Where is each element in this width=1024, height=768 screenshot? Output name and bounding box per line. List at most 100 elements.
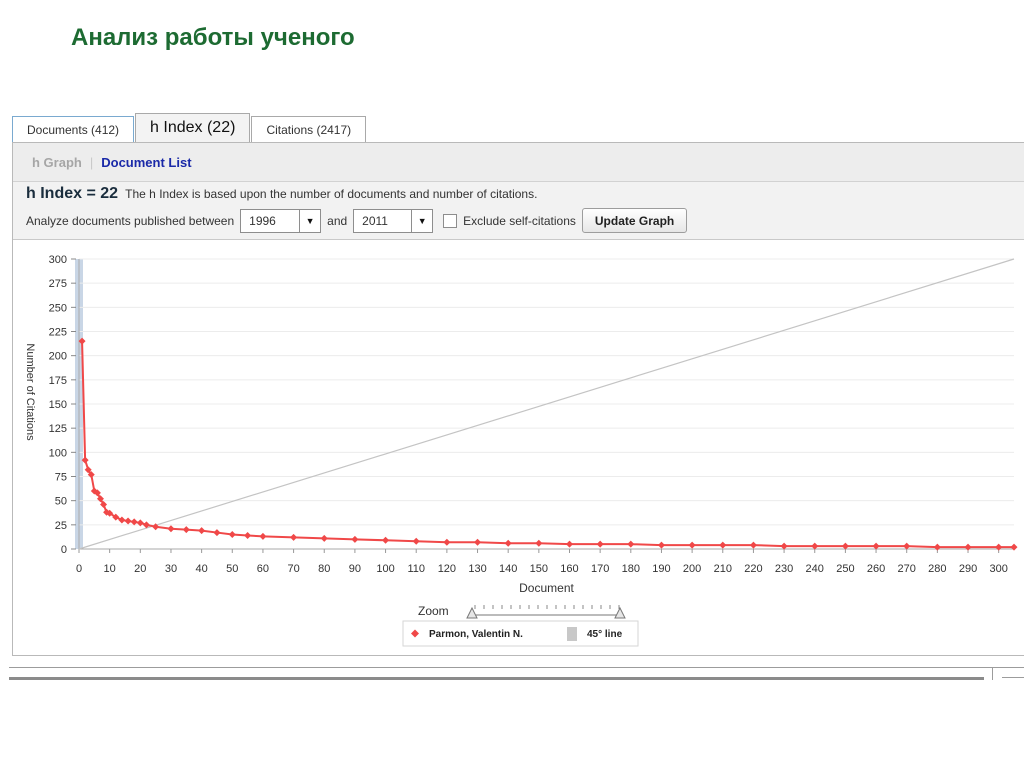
data-point — [259, 532, 267, 540]
x-tick-label: 110 — [407, 563, 425, 575]
x-tick-label: 270 — [898, 563, 916, 575]
legend-line-marker — [567, 627, 577, 641]
x-axis-label: Document — [519, 581, 574, 595]
x-tick-label: 40 — [195, 563, 207, 575]
chevron-down-icon: ▼ — [299, 209, 320, 232]
series-line — [81, 341, 1014, 549]
x-tick-label: 290 — [959, 563, 977, 575]
x-tick-label: 150 — [530, 563, 548, 575]
tab-citations[interactable]: Citations (2417) — [251, 116, 367, 143]
horizontal-scrollbar[interactable] — [9, 667, 1024, 681]
y-tick-label: 225 — [49, 327, 67, 339]
data-point — [504, 539, 512, 547]
data-point — [167, 525, 175, 533]
data-point — [443, 538, 451, 546]
end-year-value: 2011 — [362, 213, 388, 228]
x-tick-label: 120 — [438, 563, 456, 575]
y-tick-label: 25 — [55, 520, 67, 532]
y-tick-label: 50 — [55, 496, 67, 508]
x-tick-label: 300 — [989, 563, 1007, 575]
x-tick-label: 160 — [560, 563, 578, 575]
scrollbar-divider — [992, 668, 993, 680]
data-point — [228, 531, 236, 538]
x-tick-label: 130 — [468, 563, 486, 575]
x-tick-label: 220 — [744, 563, 762, 575]
zoom-handle-left — [466, 606, 478, 619]
zoom-label: Zoom — [418, 604, 449, 618]
y-tick-label: 200 — [49, 351, 67, 363]
x-tick-label: 210 — [714, 563, 732, 575]
data-point — [351, 535, 359, 543]
update-graph-button[interactable]: Update Graph — [581, 208, 688, 233]
exclude-self-citations-label: Exclude self-citations — [463, 213, 576, 228]
y-tick-label: 300 — [49, 254, 67, 266]
subnav-separator: | — [89, 154, 94, 170]
data-point — [320, 534, 328, 542]
x-tick-label: 60 — [257, 563, 269, 575]
legend-series-label: Parmon, Valentin N. — [429, 629, 523, 640]
x-tick-label: 280 — [928, 563, 946, 575]
chevron-down-icon: ▼ — [411, 209, 432, 232]
start-year-value: 1996 — [249, 213, 276, 228]
x-tick-label: 0 — [76, 563, 82, 575]
y-tick-label: 0 — [61, 544, 67, 556]
and-label: and — [327, 213, 348, 228]
y-tick-label: 125 — [49, 423, 67, 435]
slide-title: Анализ работы ученого — [71, 24, 355, 51]
x-tick-label: 260 — [867, 563, 885, 575]
h-graph-link[interactable]: h Graph — [32, 155, 82, 170]
y-tick-label: 150 — [49, 399, 67, 411]
data-point — [100, 501, 108, 509]
h-index-value: h Index = 22 — [26, 185, 119, 202]
data-point — [213, 529, 221, 537]
data-point — [933, 543, 941, 551]
zoom-handle-right — [614, 606, 626, 619]
data-point — [719, 541, 727, 549]
start-year-select[interactable]: 1996 ▼ — [240, 208, 322, 233]
data-point — [290, 533, 298, 541]
y-axis-label: Number of Citations — [24, 343, 36, 441]
data-point — [382, 536, 390, 544]
data-point — [96, 495, 104, 503]
data-point — [474, 538, 482, 546]
data-point — [535, 539, 543, 547]
y-tick-label: 75 — [55, 472, 67, 484]
x-tick-label: 20 — [134, 563, 146, 575]
data-point — [124, 517, 132, 525]
data-point — [657, 541, 665, 549]
x-tick-label: 170 — [591, 563, 609, 575]
data-point — [198, 527, 206, 535]
data-point — [1010, 543, 1018, 551]
h-index-chart: 0 25 50 75 100 125 150 175 200 225 250 275 300 0 10 20 3… — [24, 254, 1018, 647]
exclude-self-citations-checkbox[interactable] — [443, 213, 458, 228]
legend-line-label: 45° line — [587, 629, 623, 640]
x-tick-label: 50 — [226, 563, 238, 575]
x-tick-label: 250 — [836, 563, 854, 575]
tab-documents[interactable]: Documents (412) — [12, 116, 135, 143]
analysis-controls: h Index = 22 The h Index is based upon t… — [13, 182, 1024, 240]
x-tick-label: 10 — [104, 563, 116, 575]
document-list-link[interactable]: Document List — [101, 155, 191, 170]
end-year-select[interactable]: 2011 ▼ — [353, 208, 434, 233]
x-tick-label: 230 — [775, 563, 793, 575]
data-point — [565, 540, 573, 548]
data-point — [964, 543, 972, 551]
scrollbar-track — [9, 677, 984, 680]
tab-h-index[interactable]: h Index (22) — [135, 113, 251, 143]
h-index-panel: h Graph | Document List h Index = 22 The… — [12, 142, 1024, 656]
x-tick-label: 200 — [683, 563, 701, 575]
y-tick-label: 100 — [49, 447, 67, 459]
y-tick-label: 250 — [49, 302, 67, 314]
data-point — [244, 531, 252, 539]
x-tick-label: 190 — [652, 563, 670, 575]
data-point — [688, 541, 696, 549]
scrollbar-end — [1002, 677, 1024, 678]
x-tick-label: 90 — [349, 563, 361, 575]
data-point — [412, 537, 420, 545]
data-point — [596, 540, 604, 548]
x-tick-label: 240 — [806, 563, 824, 575]
date-range-row: Analyze documents published between 1996… — [26, 208, 688, 233]
data-point — [995, 543, 1003, 551]
data-point — [627, 540, 635, 548]
h-index-description: The h Index is based upon the number of … — [125, 187, 538, 201]
